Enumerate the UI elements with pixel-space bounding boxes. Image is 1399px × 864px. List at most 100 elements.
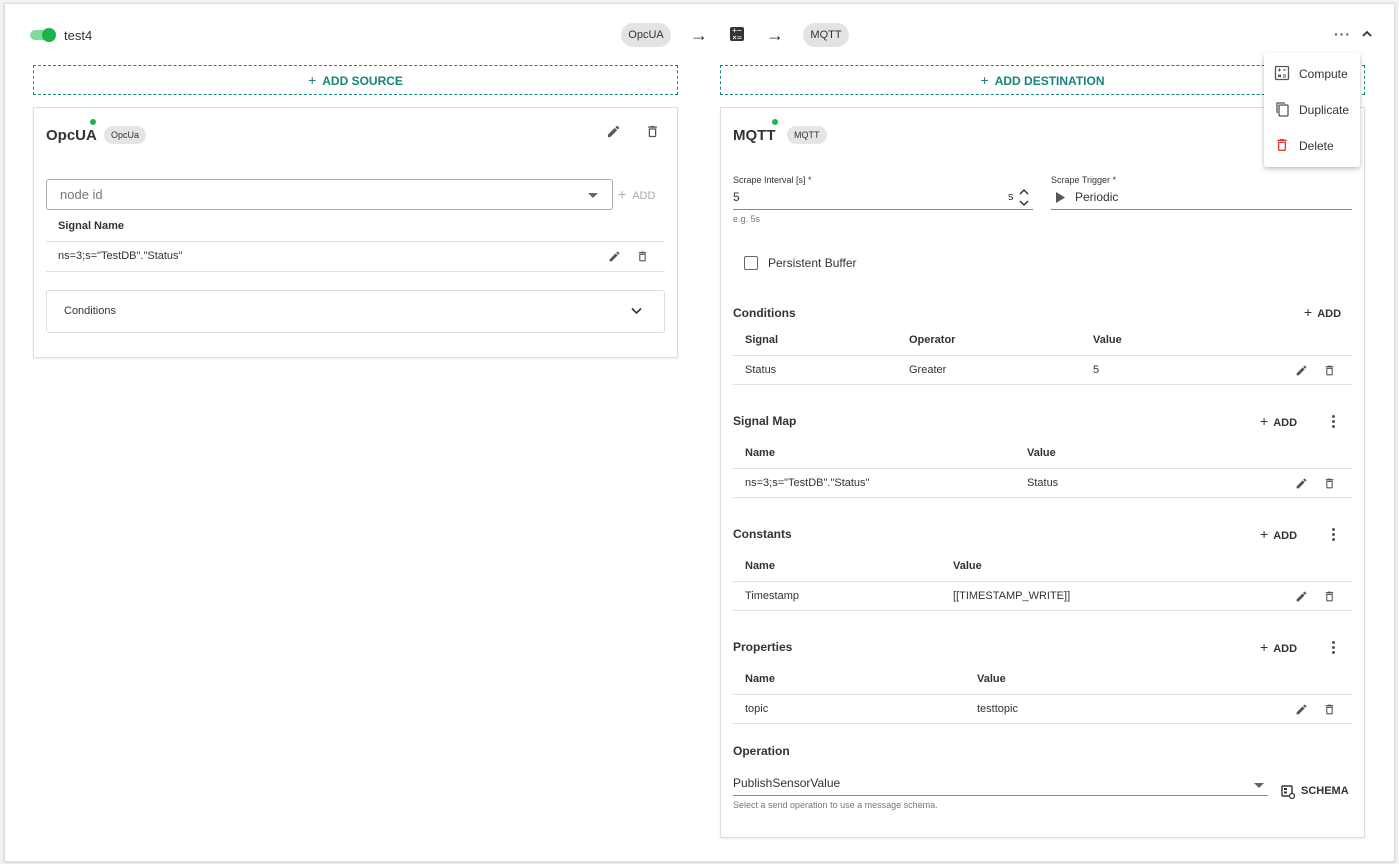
arrow-right-icon: →: [766, 25, 784, 45]
plus-icon: +: [1260, 526, 1269, 542]
source-chip: OpcUA: [621, 23, 671, 47]
number-stepper-icon[interactable]: [1018, 187, 1030, 209]
add-constant-button[interactable]: + ADD: [1260, 526, 1297, 542]
constants-title: Constants: [733, 527, 792, 541]
toggle-knob: [42, 28, 56, 42]
condition-signal-cell: Status: [745, 364, 777, 376]
menu-item-duplicate-label: Duplicate: [1299, 103, 1350, 117]
divider: [733, 468, 1352, 469]
edit-icon[interactable]: [608, 250, 621, 263]
conditions-header-operator: Operator: [909, 334, 956, 346]
delete-icon[interactable]: [1323, 703, 1336, 716]
constant-name-cell: Timestamp: [745, 590, 799, 602]
destination-chip: MQTT: [803, 23, 849, 47]
edit-icon[interactable]: [1295, 590, 1308, 603]
more-horizontal-icon[interactable]: ···: [1334, 26, 1351, 42]
dropdown-caret-icon: [588, 193, 598, 198]
delete-icon[interactable]: [636, 250, 649, 263]
underline: [733, 795, 1268, 796]
menu-item-delete-label: Delete: [1299, 139, 1334, 153]
edit-icon[interactable]: [1295, 703, 1308, 716]
plus-icon: +: [308, 72, 317, 88]
compute-icon[interactable]: +− ×=: [730, 27, 744, 42]
calculator-icon: [1274, 65, 1290, 81]
plus-icon: +: [1260, 639, 1269, 655]
conditions-accordion[interactable]: [46, 290, 665, 333]
properties-title: Properties: [733, 640, 793, 654]
add-source-button[interactable]: + ADD SOURCE: [33, 65, 678, 95]
scrape-interval-unit: s: [1008, 191, 1014, 203]
add-node-button[interactable]: + ADD: [618, 186, 655, 202]
operation-helper: Select a send operation to use a message…: [733, 800, 938, 810]
source-title: OpcUA: [46, 127, 97, 144]
constant-value-cell: [[TIMESTAMP_WRITE]]: [953, 590, 1071, 602]
context-menu: Compute Duplicate Delete: [1264, 53, 1360, 167]
divider: [733, 694, 1352, 695]
signal-map-header-value: Value: [1027, 447, 1056, 459]
play-icon: [1056, 192, 1065, 203]
divider: [46, 241, 665, 242]
dropdown-caret-icon: [1254, 783, 1264, 788]
add-signal-map-button[interactable]: + ADD: [1260, 413, 1297, 429]
signal-map-value-cell: Status: [1027, 477, 1059, 489]
more-vertical-icon[interactable]: [1332, 415, 1336, 430]
properties-header-value: Value: [977, 673, 1006, 685]
source-type-chip: OpcUa: [104, 126, 147, 144]
underline: [733, 209, 1033, 210]
constants-header-value: Value: [953, 560, 982, 572]
divider: [733, 723, 1352, 724]
add-property-button[interactable]: + ADD: [1260, 639, 1297, 655]
conditions-accordion-label: Conditions: [64, 305, 116, 317]
delete-icon[interactable]: [1323, 590, 1336, 603]
constants-header-name: Name: [745, 560, 775, 572]
edit-icon[interactable]: [606, 124, 621, 139]
delete-icon[interactable]: [1323, 477, 1336, 490]
signal-map-title: Signal Map: [733, 414, 797, 428]
menu-item-duplicate[interactable]: Duplicate: [1264, 91, 1360, 127]
underline: [1051, 209, 1352, 210]
copy-icon: [1276, 102, 1289, 117]
destination-type-chip: MQTT: [787, 126, 827, 144]
schema-label: SCHEMA: [1301, 785, 1349, 797]
signal-map-name-cell: ns=3;s="TestDB"."Status": [745, 477, 870, 489]
add-signal-map-label: ADD: [1273, 417, 1298, 429]
menu-item-compute[interactable]: Compute: [1264, 55, 1360, 91]
edit-icon[interactable]: [1295, 477, 1308, 490]
plus-icon: +: [980, 72, 989, 88]
property-value-cell: testtopic: [977, 703, 1018, 715]
more-vertical-icon[interactable]: [1332, 641, 1336, 656]
divider: [733, 581, 1352, 582]
delete-icon[interactable]: [645, 124, 660, 139]
operation-select[interactable]: PublishSensorValue: [733, 776, 840, 790]
divider: [733, 610, 1352, 611]
status-dot: [772, 119, 778, 125]
edit-icon[interactable]: [1295, 364, 1308, 377]
divider: [733, 384, 1352, 385]
operation-title: Operation: [733, 744, 790, 758]
chevron-down-icon[interactable]: [631, 307, 642, 315]
signal-name-header: Signal Name: [58, 220, 125, 232]
schema-icon: [1281, 785, 1295, 799]
property-name-cell: topic: [745, 703, 769, 715]
menu-item-delete[interactable]: Delete: [1264, 127, 1360, 163]
conditions-header-signal: Signal: [745, 334, 779, 346]
conditions-header-value: Value: [1093, 334, 1122, 346]
persistent-buffer-label: Persistent Buffer: [768, 256, 857, 270]
node-id-placeholder: node id: [60, 187, 103, 202]
add-source-label: ADD SOURCE: [322, 74, 403, 88]
add-condition-label: ADD: [1317, 308, 1342, 320]
divider: [46, 271, 665, 272]
conditions-title: Conditions: [733, 306, 796, 320]
chevron-up-icon[interactable]: [1362, 29, 1372, 39]
scrape-interval-input[interactable]: 5: [733, 190, 740, 204]
delete-icon[interactable]: [1323, 364, 1336, 377]
menu-item-compute-label: Compute: [1299, 67, 1348, 81]
arrow-right-icon: →: [690, 25, 708, 45]
more-vertical-icon[interactable]: [1332, 528, 1336, 543]
add-condition-button[interactable]: + ADD: [1304, 304, 1341, 320]
add-property-label: ADD: [1273, 643, 1298, 655]
scrape-interval-helper: e.g. 5s: [733, 214, 761, 224]
persistent-buffer-checkbox[interactable]: [744, 256, 758, 270]
node-id-select[interactable]: node id: [46, 179, 613, 210]
scrape-trigger-select[interactable]: Periodic: [1075, 190, 1118, 204]
